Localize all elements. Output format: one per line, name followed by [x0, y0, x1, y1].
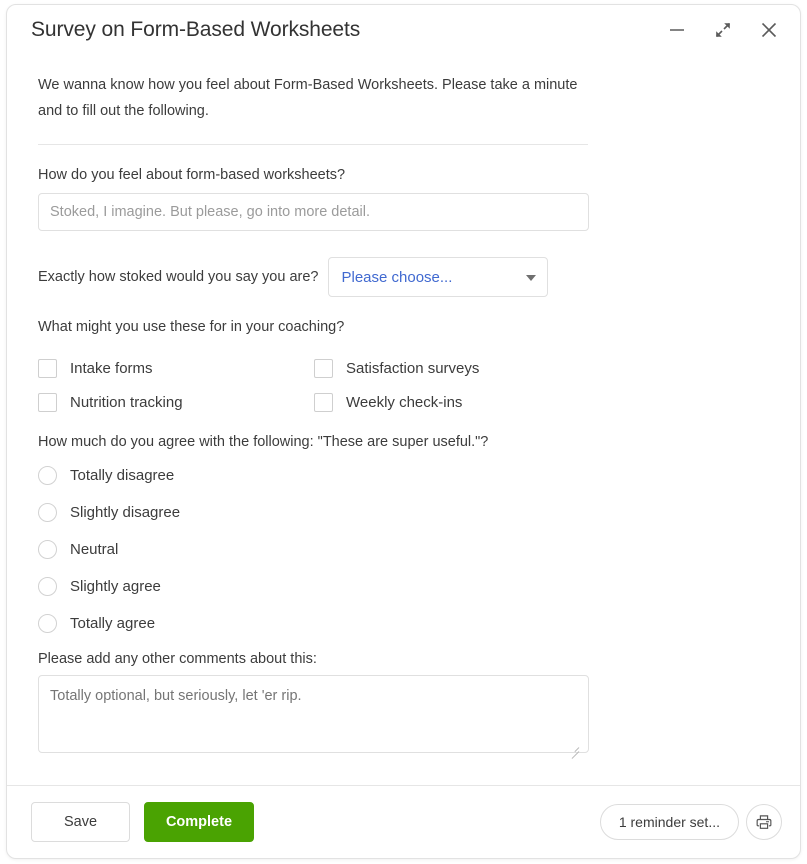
checkbox-satisfaction-surveys[interactable]: Satisfaction surveys — [314, 359, 590, 378]
survey-dialog: Survey on Form-Based Worksheets We wanna… — [6, 4, 801, 859]
comments-question-label: Please add any other comments about this… — [38, 651, 317, 667]
checkbox-box-icon[interactable] — [38, 359, 57, 378]
collapse-arrows-icon — [715, 22, 731, 38]
checkbox-box-icon[interactable] — [314, 393, 333, 412]
window-controls — [664, 17, 782, 43]
checkbox-label: Nutrition tracking — [70, 394, 183, 411]
dropdown-question-label: Exactly how stoked would you say you are… — [38, 269, 319, 285]
stoked-level-select[interactable]: Please choose... — [328, 257, 549, 297]
dropdown-question-row: Exactly how stoked would you say you are… — [38, 257, 776, 297]
print-button[interactable] — [746, 804, 782, 840]
checkbox-box-icon[interactable] — [38, 393, 57, 412]
minimize-button[interactable] — [664, 17, 690, 43]
checkbox-question-label: What might you use these for in your coa… — [38, 319, 345, 335]
collapse-button[interactable] — [710, 17, 736, 43]
save-button[interactable]: Save — [31, 802, 130, 842]
comments-wrapper — [31, 675, 589, 759]
footer-actions: 1 reminder set... — [599, 804, 782, 840]
comments-textarea[interactable] — [38, 675, 589, 753]
radio-slightly-agree[interactable]: Slightly agree — [38, 577, 776, 596]
reminder-button[interactable]: 1 reminder set... — [599, 804, 739, 840]
radio-label: Totally agree — [70, 615, 156, 632]
radio-label: Slightly disagree — [70, 504, 181, 521]
radio-label: Neutral — [70, 541, 119, 558]
radio-question-label: How much do you agree with the following… — [38, 434, 489, 450]
radio-totally-agree[interactable]: Totally agree — [38, 614, 776, 633]
radio-label: Totally disagree — [70, 467, 175, 484]
chevron-down-icon — [526, 275, 537, 281]
intro-text: We wanna know how you feel about Form-Ba… — [38, 77, 578, 119]
section-divider — [38, 144, 588, 145]
checkbox-box-icon[interactable] — [314, 359, 333, 378]
radio-neutral[interactable]: Neutral — [38, 540, 776, 559]
select-value: Please choose... — [341, 268, 453, 286]
checkbox-weekly-check-ins[interactable]: Weekly check-ins — [314, 393, 590, 412]
radio-circle-icon[interactable] — [38, 540, 57, 559]
radio-label: Slightly agree — [70, 578, 161, 595]
checkbox-label: Weekly check-ins — [346, 394, 463, 411]
agreement-radio-group: Totally disagree Slightly disagree Neutr… — [38, 466, 776, 633]
close-icon — [761, 22, 777, 38]
dialog-footer: Save Complete 1 reminder set... — [7, 785, 800, 858]
radio-totally-disagree[interactable]: Totally disagree — [38, 466, 776, 485]
close-button[interactable] — [756, 17, 782, 43]
radio-circle-icon[interactable] — [38, 466, 57, 485]
radio-circle-icon[interactable] — [38, 577, 57, 596]
checkbox-group: Intake forms Satisfaction surveys Nutrit… — [38, 359, 589, 412]
radio-slightly-disagree[interactable]: Slightly disagree — [38, 503, 776, 522]
checkbox-intake-forms[interactable]: Intake forms — [38, 359, 314, 378]
free-text-question-label: How do you feel about form-based workshe… — [38, 167, 346, 183]
radio-circle-icon[interactable] — [38, 503, 57, 522]
free-text-input[interactable] — [38, 193, 589, 231]
page-title: Survey on Form-Based Worksheets — [31, 18, 361, 41]
minimize-icon — [670, 29, 684, 31]
printer-icon — [756, 815, 772, 829]
checkbox-label: Satisfaction surveys — [346, 360, 480, 377]
dialog-titlebar: Survey on Form-Based Worksheets — [7, 5, 800, 55]
complete-button[interactable]: Complete — [144, 802, 254, 842]
radio-circle-icon[interactable] — [38, 614, 57, 633]
checkbox-nutrition-tracking[interactable]: Nutrition tracking — [38, 393, 314, 412]
checkbox-label: Intake forms — [70, 360, 153, 377]
survey-body: We wanna know how you feel about Form-Ba… — [7, 55, 800, 785]
